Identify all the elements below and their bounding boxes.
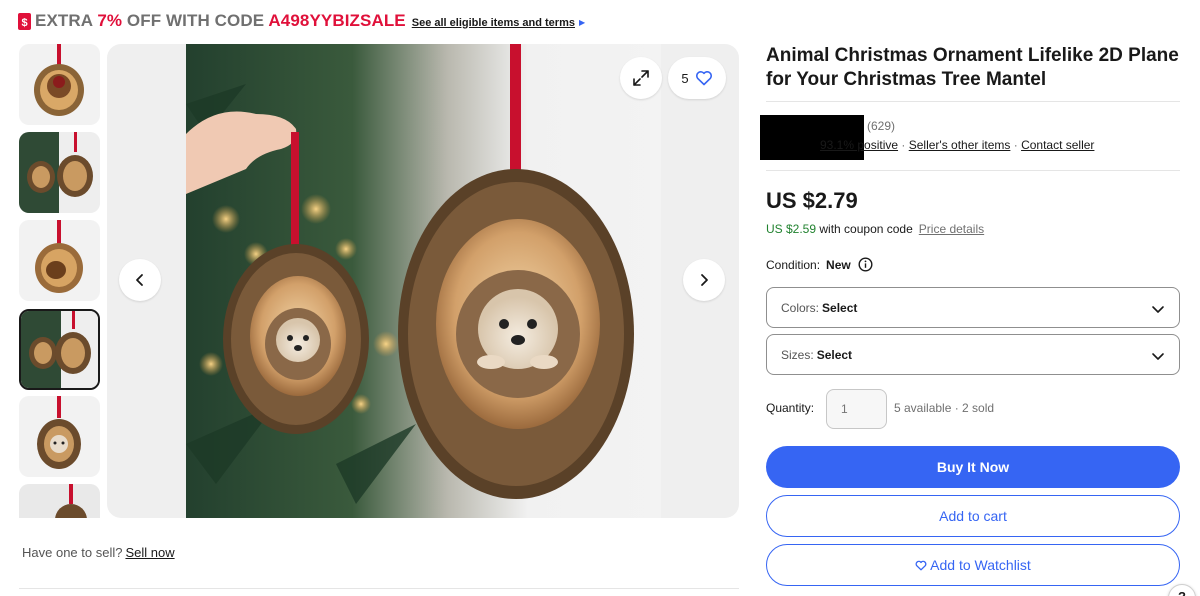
svg-text:$: $	[21, 17, 27, 29]
previous-image-button[interactable]	[119, 259, 161, 301]
condition-value: New	[826, 257, 851, 272]
chevron-down-icon	[1152, 353, 1164, 360]
sell-now-prompt: Have one to sell? Sell now	[22, 545, 175, 560]
ornament-pair-thumb-icon	[19, 132, 100, 213]
thumbnail-4[interactable]	[19, 309, 100, 390]
contact-seller-link[interactable]: Contact seller	[1021, 138, 1094, 152]
watch-count: 5	[681, 70, 689, 86]
coupon-price: US $2.59	[766, 222, 817, 236]
sell-now-link[interactable]: Sell now	[125, 545, 174, 560]
separator: ·	[898, 138, 909, 152]
condition-label: Condition:	[766, 257, 821, 272]
add-to-cart-button[interactable]: Add to cart	[766, 495, 1180, 537]
info-icon[interactable]	[858, 257, 873, 272]
ornament-thumb-icon	[35, 220, 83, 293]
divider	[766, 101, 1180, 102]
seller-info: 93.1% positive · Seller's other items · …	[820, 138, 1094, 152]
thumbnail-3[interactable]	[19, 220, 100, 301]
colors-value: Select	[822, 300, 858, 315]
item-price: US $2.79	[766, 188, 858, 213]
thumbnail-2[interactable]	[19, 132, 100, 213]
item-condition: Condition: New	[766, 257, 873, 272]
divider	[766, 170, 1180, 171]
chevron-down-icon	[1152, 306, 1164, 313]
thumbnail-6[interactable]	[19, 484, 100, 518]
next-image-button[interactable]	[683, 259, 725, 301]
promo-text: EXTRA 7% OFF WITH CODE A498YYBIZSALE	[35, 11, 406, 30]
expand-image-button[interactable]	[620, 57, 662, 99]
seller-other-items-link[interactable]: Seller's other items	[909, 138, 1011, 152]
promo-banner: $ EXTRA 7% OFF WITH CODE A498YYBIZSALE S…	[18, 10, 585, 32]
chevron-left-icon	[136, 274, 143, 286]
sell-prompt-text: Have one to sell?	[22, 545, 123, 560]
quantity-input[interactable]	[826, 389, 887, 429]
price-details-link[interactable]: Price details	[919, 222, 984, 236]
thumbnail-5[interactable]	[19, 396, 100, 477]
product-title: Animal Christmas Ornament Lifelike 2D Pl…	[766, 45, 1179, 90]
add-to-watchlist-button[interactable]: Add to Watchlist	[766, 544, 1180, 586]
colors-label: Colors:	[781, 300, 820, 315]
hedgehog-ornament-photo	[186, 44, 661, 518]
arrow-right-icon: ▶	[578, 18, 586, 27]
expand-icon	[633, 70, 649, 86]
quantity-availability: 5 available · 2 sold	[894, 401, 995, 415]
heart-icon	[695, 71, 712, 86]
sizes-value: Select	[816, 347, 853, 362]
promo-terms-link[interactable]: See all eligible items and terms	[412, 17, 575, 29]
ornament-pair-thumb-icon	[21, 311, 98, 388]
quantity-label: Quantity:	[766, 401, 815, 415]
seller-positive-link[interactable]: 93.1% positive	[820, 138, 898, 152]
ornament-thumb-icon	[19, 484, 100, 518]
coupon-price-line: US $2.59 with coupon code Price details	[766, 222, 984, 236]
separator: ·	[1010, 138, 1022, 152]
chevron-right-icon	[701, 274, 708, 286]
hedgehog-thumb-icon	[37, 396, 81, 469]
divider	[19, 588, 739, 589]
sizes-label: Sizes:	[781, 347, 814, 362]
buy-it-now-button[interactable]: Buy It Now	[766, 446, 1180, 488]
ornament-thumb-icon	[34, 44, 84, 116]
coupon-text: with coupon code	[816, 222, 913, 236]
colors-select[interactable]: Colors: Select	[766, 287, 1180, 328]
add-to-watchlist-label: Add to Watchlist	[930, 557, 1031, 573]
thumbnail-strip	[19, 44, 101, 518]
heart-icon	[915, 560, 927, 570]
thumbnail-1[interactable]	[19, 44, 100, 125]
seller-feedback-count: (629)	[867, 119, 896, 133]
coupon-tag-icon: $	[18, 12, 31, 30]
purchase-panel: Animal Christmas Ornament Lifelike 2D Pl…	[760, 0, 1180, 596]
watch-count-button[interactable]: 5	[668, 57, 726, 99]
main-image-viewer[interactable]: 5	[107, 44, 739, 518]
sizes-select[interactable]: Sizes: Select	[766, 334, 1180, 375]
